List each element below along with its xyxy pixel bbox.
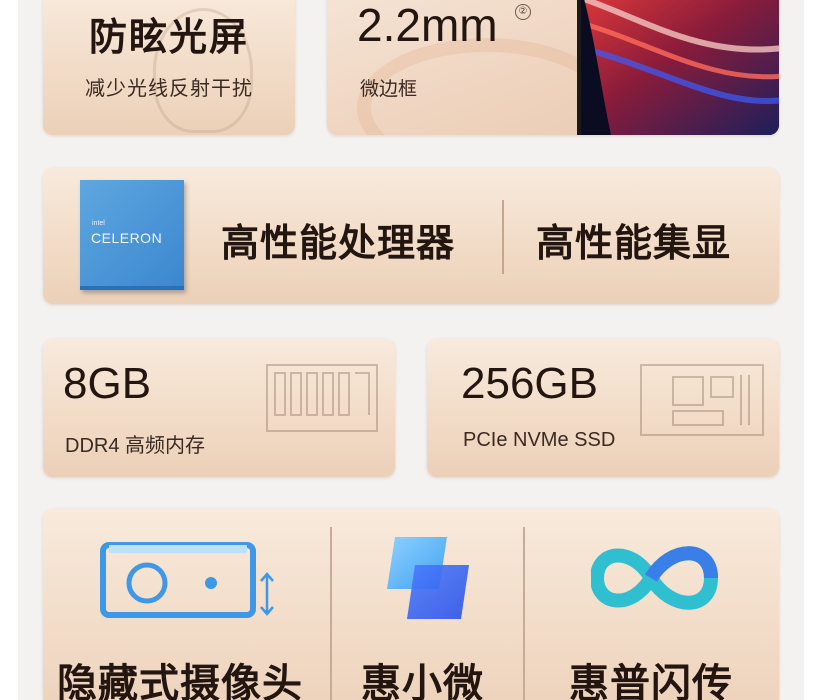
screen-image (577, 0, 779, 135)
camera-label: 隐藏式摄像头 (57, 661, 303, 700)
storage-subtitle: PCIe NVMe SSD (463, 429, 616, 451)
features-card: 隐藏式摄像头 惠小微 惠普闪传 (43, 509, 779, 700)
gpu-label: 高性能集显 (536, 221, 732, 265)
cpu-label: 高性能处理器 (221, 221, 456, 265)
feature-divider-2 (523, 527, 525, 700)
chip-brand: intel (92, 220, 105, 227)
weixiao-app-icon (387, 537, 469, 619)
weixiao-label: 惠小微 (361, 661, 484, 700)
bezel-value: 2.2mm (357, 0, 498, 51)
memory-subtitle: DDR4 高频内存 (65, 435, 206, 457)
ram-module-icon (266, 364, 378, 432)
bezel-subtitle: 微边框 (360, 78, 418, 100)
screen-wallpaper (580, 0, 779, 135)
chip-model: CELERON (91, 230, 163, 246)
antiglare-subtitle: 减少光线反射干扰 (85, 76, 253, 100)
flash-transfer-icon (591, 546, 718, 610)
storage-value: 256GB (461, 359, 598, 408)
up-down-arrow-icon (260, 572, 274, 616)
chip-bottom-bar (80, 286, 184, 290)
bezel-footnote: ② (515, 4, 531, 20)
divider (502, 200, 504, 274)
antiglare-card: 防眩光屏 减少光线反射干扰 (43, 0, 295, 135)
flash-label: 惠普闪传 (569, 661, 733, 700)
ssd-module-icon (640, 364, 764, 436)
cpu-chip-icon: intel CELERON (80, 180, 184, 290)
bezel-card: 2.2mm ② 微边框 (327, 0, 779, 135)
feature-divider-1 (330, 527, 332, 700)
memory-value: 8GB (63, 359, 152, 408)
storage-card: 256GB PCIe NVMe SSD (427, 339, 779, 477)
antiglare-title: 防眩光屏 (88, 15, 249, 59)
processor-card: intel CELERON 高性能处理器 高性能集显 (43, 168, 779, 304)
memory-card: 8GB DDR4 高频内存 (43, 339, 395, 477)
